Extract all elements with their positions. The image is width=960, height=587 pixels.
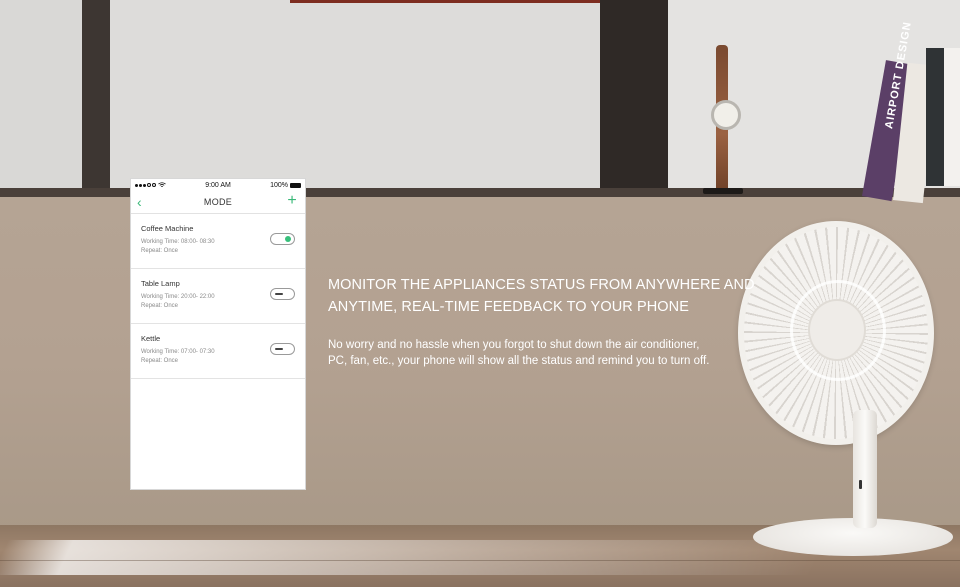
fan-indicator-light <box>859 480 862 489</box>
list-item[interactable]: Kettle Working Time: 07:00- 07:30 Repeat… <box>131 324 305 379</box>
window-frame <box>290 0 650 3</box>
window-pane <box>0 0 82 190</box>
status-bar: 9:00 AM 100% <box>131 179 305 191</box>
list-item[interactable]: Coffee Machine Working Time: 08:00- 08:3… <box>131 214 305 269</box>
device-name: Table Lamp <box>141 279 180 288</box>
wifi-icon <box>158 182 166 187</box>
plus-icon[interactable]: + <box>285 193 299 209</box>
book <box>944 48 960 186</box>
window-frame <box>600 0 668 195</box>
watch-face <box>711 100 741 130</box>
window-pane <box>110 0 600 190</box>
body-line: PC, fan, etc., your phone will show all … <box>328 355 710 367</box>
chevron-left-icon[interactable]: ‹ <box>137 195 149 209</box>
headline-line: MONITOR THE APPLIANCES STATUS FROM ANYWH… <box>328 277 755 293</box>
fan-pole <box>853 410 877 528</box>
floor-board-line <box>0 560 960 561</box>
book-spine-title: AIRPORT DESIGN <box>883 20 914 130</box>
repeat-setting: Repeat: Once <box>141 303 179 309</box>
device-toggle[interactable] <box>270 288 295 300</box>
phone-screen: 9:00 AM 100% ‹ MODE + Coffee Machine Wor… <box>130 178 306 490</box>
headline: MONITOR THE APPLIANCES STATUS FROM ANYWH… <box>328 274 768 318</box>
working-time: Working Time: 08:00- 08:30 <box>141 239 215 245</box>
fan-hub <box>808 299 866 361</box>
device-toggle[interactable] <box>270 343 295 355</box>
signal-icon <box>135 182 166 188</box>
battery-percent: 100% <box>270 181 288 189</box>
watch-stand <box>703 188 743 194</box>
device-toggle[interactable] <box>270 233 295 245</box>
repeat-setting: Repeat: Once <box>141 248 179 254</box>
body-text: No worry and no hassle when you forgot t… <box>328 337 768 369</box>
working-time: Working Time: 07:00- 07:30 <box>141 349 215 355</box>
working-time: Working Time: 20:00- 22:00 <box>141 294 215 300</box>
repeat-setting: Repeat: Once <box>141 358 179 364</box>
nav-bar: ‹ MODE + <box>131 191 305 214</box>
list-item[interactable]: Table Lamp Working Time: 20:00- 22:00 Re… <box>131 269 305 324</box>
nav-title: MODE <box>203 197 233 207</box>
book <box>926 48 944 186</box>
battery-status: 100% <box>270 182 301 189</box>
device-name: Coffee Machine <box>141 224 194 233</box>
battery-icon <box>290 182 301 188</box>
sunlight-patch <box>0 540 829 575</box>
headline-line: ANYTIME, REAL-TIME FEEDBACK TO YOUR PHON… <box>328 299 690 315</box>
body-line: No worry and no hassle when you forgot t… <box>328 339 700 351</box>
window-frame <box>82 0 110 195</box>
device-name: Kettle <box>141 334 161 343</box>
status-time: 9:00 AM <box>205 181 231 189</box>
